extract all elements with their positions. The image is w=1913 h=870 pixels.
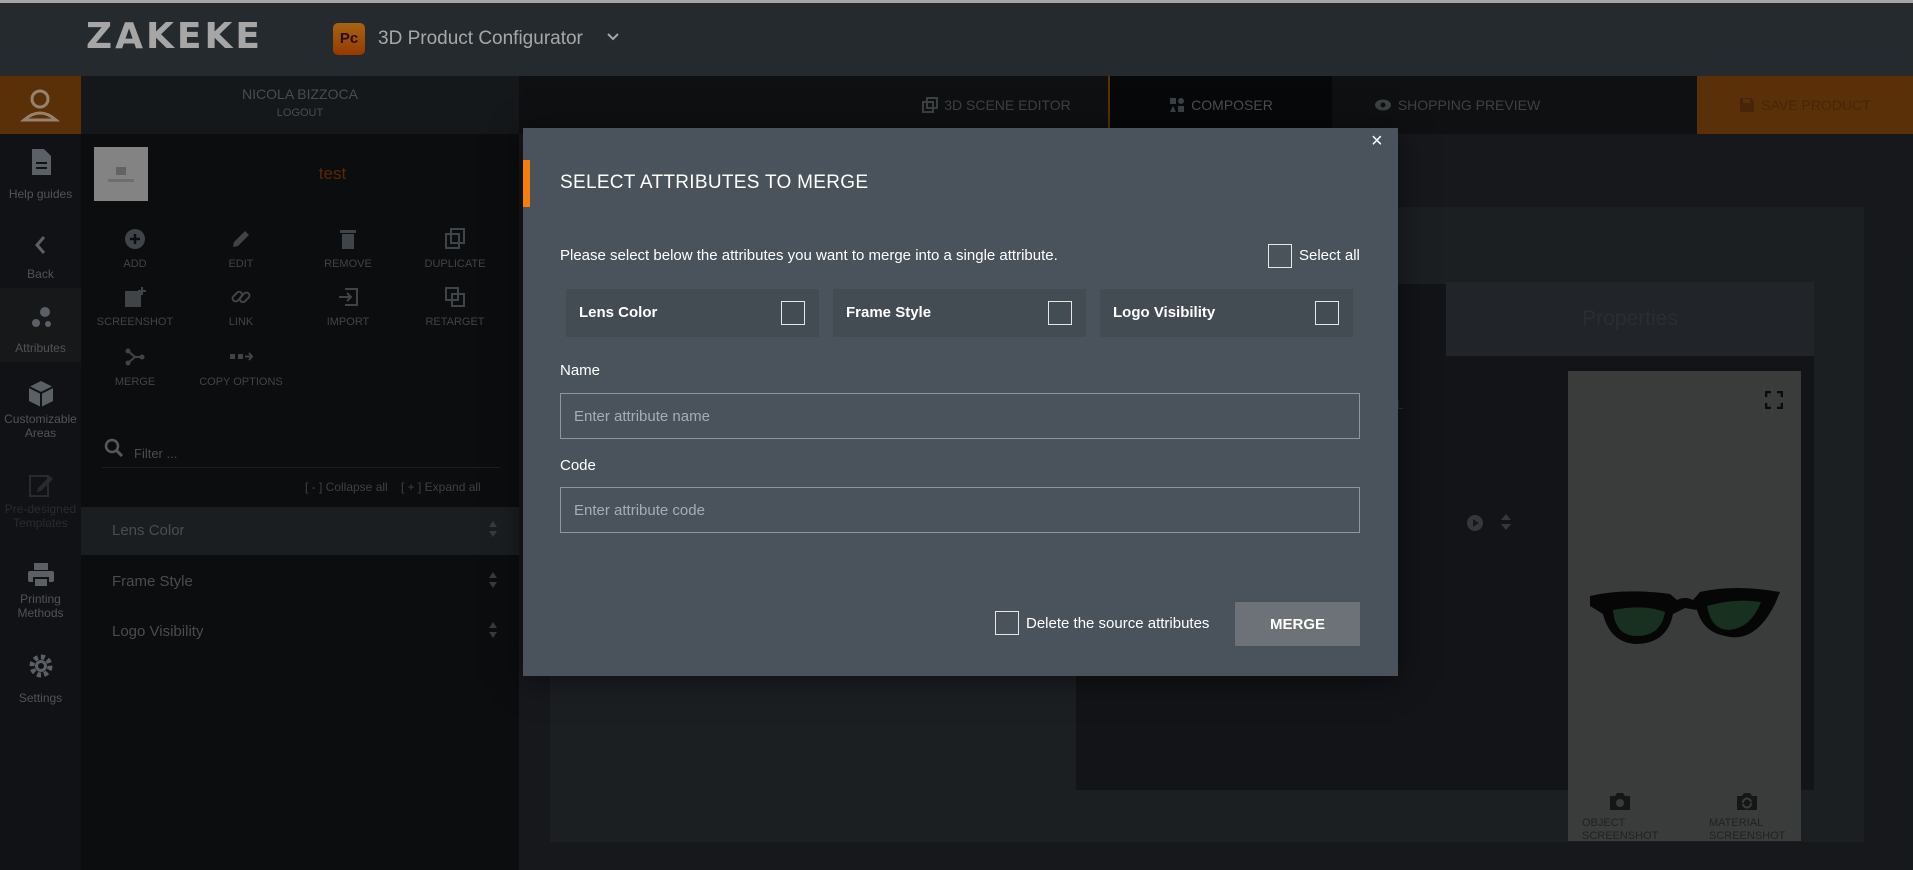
merge-option-label: Frame Style [846,304,932,321]
name-label: Name [560,362,601,379]
close-icon[interactable]: × [1371,130,1383,153]
merge-option-lens-color[interactable]: Lens Color [566,289,819,337]
merge-button[interactable]: MERGE [1235,602,1360,646]
modal-title-accent [523,160,530,207]
delete-source-checkbox[interactable] [995,611,1019,635]
merge-option-label: Lens Color [579,304,658,321]
code-label: Code [560,457,596,474]
select-all-label[interactable]: Select all [1299,247,1360,264]
select-all-checkbox[interactable] [1268,244,1292,268]
merge-option-logo-visibility[interactable]: Logo Visibility [1100,289,1353,337]
delete-source-label[interactable]: Delete the source attributes [1026,615,1209,632]
merge-option-checkbox[interactable] [1048,301,1072,325]
modal-description: Please select below the attributes you w… [560,247,1058,264]
merge-option-frame-style[interactable]: Frame Style [833,289,1086,337]
merge-option-label: Logo Visibility [1113,304,1216,321]
attribute-code-input[interactable] [560,487,1360,533]
merge-option-checkbox[interactable] [1315,301,1339,325]
merge-option-checkbox[interactable] [781,301,805,325]
modal-title: SELECT ATTRIBUTES TO MERGE [560,172,869,193]
attribute-name-input[interactable] [560,393,1360,439]
